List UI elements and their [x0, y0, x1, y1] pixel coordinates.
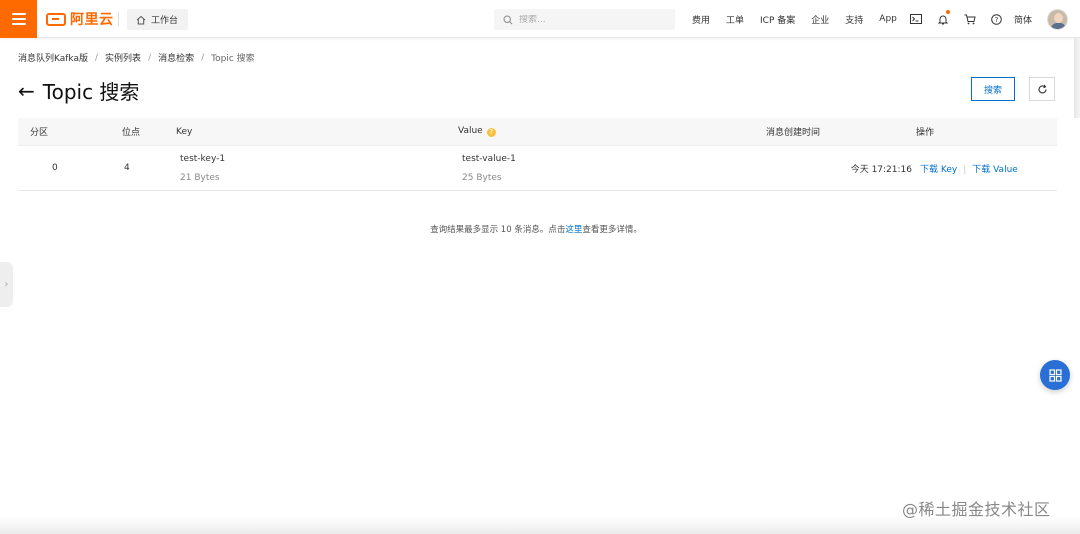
- top-nav-icons: ?: [902, 0, 1010, 38]
- table-header: 分区 位点 Key Value? 消息创建时间 操作: [18, 118, 1057, 146]
- download-value-link[interactable]: 下载 Value: [972, 165, 1018, 175]
- top-navbar: 阿里云 工作台 费用 工单 ICP 备案 企业 支持 App ? 简体: [0, 0, 1080, 38]
- nav-enterprise[interactable]: 企业: [811, 13, 829, 26]
- search-input[interactable]: [519, 14, 659, 25]
- bell-icon[interactable]: [929, 0, 956, 38]
- breadcrumb-message-query[interactable]: 消息检索: [158, 51, 194, 64]
- back-arrow-icon[interactable]: ←: [18, 81, 35, 101]
- key-size: 21 Bytes: [180, 172, 220, 183]
- col-partition: 分区: [30, 128, 49, 138]
- search-button[interactable]: 搜索: [971, 77, 1015, 101]
- nav-app[interactable]: App: [879, 14, 897, 24]
- nav-support[interactable]: 支持: [845, 13, 863, 26]
- result-note: 查询结果最多显示 10 条消息。点击这里查看更多详情。: [430, 225, 642, 235]
- quick-menu-button[interactable]: [1040, 360, 1070, 390]
- page-header: ← Topic 搜索: [18, 76, 139, 105]
- hamburger-icon: [11, 13, 26, 15]
- grid-icon: [1048, 368, 1062, 382]
- svg-text:?: ?: [995, 16, 999, 24]
- cell-partition: 0: [52, 163, 58, 173]
- global-search[interactable]: [494, 9, 675, 30]
- cell-value: test-value-1 25 Bytes: [462, 154, 770, 183]
- avatar[interactable]: [1047, 9, 1068, 30]
- workbench-label: 工作台: [151, 16, 179, 26]
- table-row: 0 4 test-key-1 21 Bytes test-value-1 25 …: [18, 146, 1057, 191]
- page-title: Topic 搜索: [42, 80, 140, 104]
- cart-icon[interactable]: [956, 0, 983, 38]
- cell-key: test-key-1 21 Bytes: [180, 154, 462, 183]
- aliyun-logo-icon: [46, 12, 66, 26]
- breadcrumb-instances[interactable]: 实例列表: [105, 51, 141, 64]
- search-icon: [503, 14, 513, 25]
- divider: [118, 12, 119, 26]
- refresh-icon: [1038, 84, 1047, 93]
- col-actions: 操作: [916, 128, 935, 138]
- download-key-link[interactable]: 下载 Key: [920, 165, 957, 175]
- terminal-icon[interactable]: [902, 0, 929, 38]
- col-value: Value?: [458, 126, 766, 137]
- brand-name: 阿里云: [70, 12, 114, 28]
- home-icon: [136, 15, 146, 24]
- menu-button[interactable]: [0, 0, 37, 38]
- nav-icp[interactable]: ICP 备案: [760, 13, 795, 26]
- message-table: 分区 位点 Key Value? 消息创建时间 操作 0 4 test-key-…: [18, 118, 1057, 191]
- help-icon[interactable]: ?: [983, 0, 1010, 38]
- col-key: Key: [176, 126, 193, 137]
- refresh-button[interactable]: [1029, 77, 1055, 101]
- notification-dot: [946, 10, 950, 14]
- cell-offset: 4: [124, 163, 130, 173]
- col-created: 消息创建时间: [766, 128, 821, 138]
- value-help-icon[interactable]: ?: [486, 128, 496, 137]
- details-link[interactable]: 这里: [565, 225, 582, 235]
- col-offset: 位点: [122, 128, 141, 138]
- workbench-button[interactable]: 工作台: [127, 9, 188, 30]
- breadcrumb: 消息队列Kafka版 / 实例列表 / 消息检索 / Topic 搜索: [18, 51, 255, 65]
- chevron-right-icon: ›: [4, 279, 9, 290]
- cell-created: 今天 17:21:16: [850, 164, 912, 175]
- breadcrumb-current: Topic 搜索: [211, 54, 255, 64]
- right-panel-edge: [1074, 38, 1080, 118]
- cell-actions: 下载 Key | 下载 Value: [920, 164, 1018, 175]
- key-text: test-key-1: [180, 153, 226, 164]
- value-size: 25 Bytes: [462, 172, 502, 183]
- value-text: test-value-1: [462, 153, 516, 164]
- nav-fees[interactable]: 费用: [692, 13, 710, 26]
- bottom-shadow: [0, 516, 1080, 534]
- breadcrumb-kafka[interactable]: 消息队列Kafka版: [18, 51, 88, 64]
- aliyun-logo[interactable]: 阿里云: [46, 10, 114, 28]
- sidebar-toggle[interactable]: ›: [0, 262, 13, 307]
- nav-tickets[interactable]: 工单: [726, 13, 744, 26]
- language-switch[interactable]: 简体: [1014, 13, 1032, 26]
- top-nav-links: 费用 工单 ICP 备案 企业 支持 App: [684, 0, 905, 38]
